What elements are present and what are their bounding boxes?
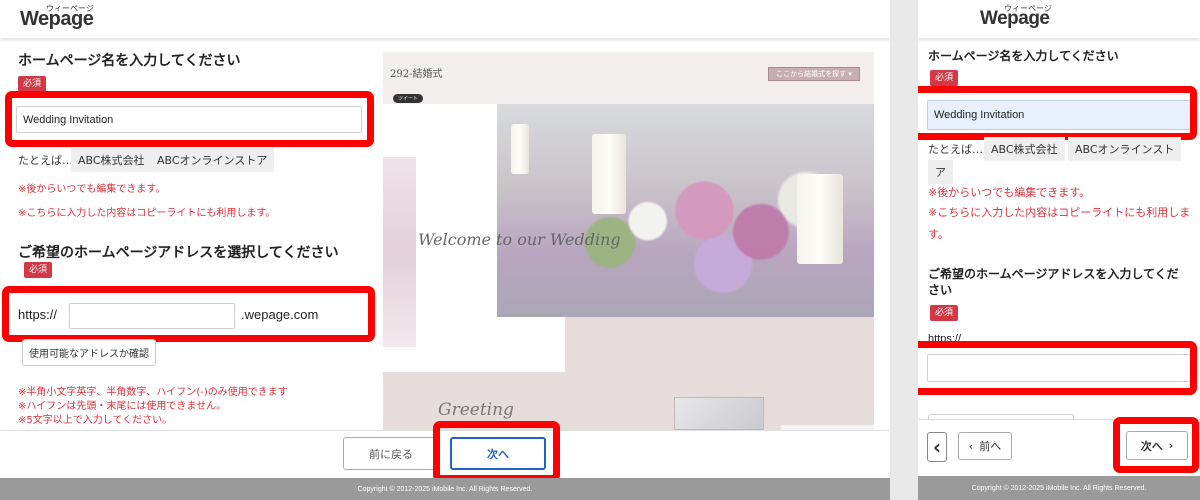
- example-label: たとえば…: [928, 143, 983, 156]
- name-note-2: ※こちらに入力した内容はコピーライトにも利用します。: [18, 208, 276, 219]
- candle-image: [511, 124, 529, 174]
- preview-tweet-button: ツイート: [393, 94, 424, 103]
- chevron-right-icon: ›: [1168, 439, 1174, 452]
- required-badge: 必須: [18, 76, 47, 92]
- preview-hero-image: [497, 104, 874, 317]
- next-button[interactable]: 次へ ›: [1126, 431, 1188, 460]
- logo-kana: ウィーページ: [46, 4, 94, 13]
- preview-thumbnail: [674, 397, 764, 430]
- example-chip-store-wrap[interactable]: ア: [928, 160, 953, 184]
- preview-template-title: 292-結婚式: [390, 69, 443, 80]
- desktop-header: ウィーページ Wepage: [0, 0, 890, 38]
- check-address-button[interactable]: 使用可能なアドレスか確認: [22, 339, 156, 366]
- back-chevron-button[interactable]: ‹: [927, 432, 947, 462]
- mobile-copyright: Copyright © 2012-2025 iMobile Inc. All R…: [918, 476, 1200, 500]
- address-heading-line2: さい: [928, 283, 953, 297]
- url-suffix: .wepage.com: [241, 307, 319, 322]
- example-chip-company[interactable]: ABC株式会社: [984, 137, 1065, 161]
- prev-label: 前へ: [979, 440, 1002, 453]
- wepage-logo: ウィーページ Wepage: [980, 4, 1052, 30]
- example-chip-company[interactable]: ABC株式会社: [71, 148, 152, 172]
- name-note-2: ※こちらに入力した内容はコピーライトにも利用しま: [928, 206, 1191, 219]
- wepage-logo: ウィーページ Wepage: [20, 4, 94, 31]
- name-note-1: ※後からいつでも編集できます。: [928, 186, 1091, 199]
- candle-image: [797, 174, 843, 264]
- required-badge: 必須: [930, 305, 959, 321]
- required-badge: 必須: [24, 262, 53, 278]
- next-label: 次へ: [1140, 439, 1163, 453]
- desktop-copyright: Copyright © 2012-2025 iMobile Inc. All R…: [0, 478, 890, 500]
- address-note-1: ※半角小文字英字、半角数字、ハイフン(-)のみ使用できます: [18, 387, 288, 398]
- name-heading: ホームページ名を入力してください: [928, 49, 1119, 63]
- url-prefix: https://: [928, 333, 962, 345]
- name-heading: ホームページ名を入力してください: [18, 53, 241, 69]
- name-note-3: す。: [928, 228, 949, 241]
- homepage-name-input[interactable]: Wedding Invitation: [16, 106, 362, 133]
- desktop-footer-bar: [0, 430, 890, 478]
- address-input[interactable]: [69, 303, 235, 329]
- mobile-header: ウィーページ Wepage: [918, 0, 1200, 38]
- prev-button[interactable]: ‹ 前へ: [958, 432, 1012, 460]
- logo-kana: ウィーページ: [1004, 4, 1052, 13]
- address-input[interactable]: [927, 354, 1191, 382]
- desktop-view: ウィーページ Wepage ホームページ名を入力してください 必須 Weddin…: [0, 0, 890, 500]
- candle-image: [592, 134, 626, 214]
- next-button[interactable]: 次へ: [450, 437, 546, 470]
- name-note-1: ※後からいつでも編集できます。: [18, 184, 166, 195]
- example-label: たとえば…: [18, 154, 73, 167]
- preview-side-image: [383, 157, 416, 347]
- preview-nav-button: ここから結婚式を探す ▾: [768, 67, 860, 81]
- example-chip-store[interactable]: ABCオンラインストア: [150, 148, 275, 172]
- preview-greeting-text: Greeting: [438, 400, 514, 420]
- required-badge: 必須: [930, 70, 959, 86]
- address-heading-line1: ご希望のホームページアドレスを入力してくだ: [928, 267, 1179, 281]
- address-note-3: ※5文字以上で入力してください。: [18, 415, 173, 426]
- homepage-name-input[interactable]: Wedding Invitation: [927, 100, 1191, 130]
- address-note-2: ※ハイフンは先頭・末尾には使用できません。: [18, 401, 227, 412]
- example-chip-store[interactable]: ABCオンラインスト: [1068, 137, 1182, 161]
- chevron-left-icon: ‹: [968, 439, 974, 453]
- mobile-view: ウィーページ Wepage ホームページ名を入力してください 必須 Weddin…: [918, 0, 1200, 500]
- address-heading: ご希望のホームページアドレスを選択してください: [18, 245, 339, 261]
- chevron-left-icon: ‹: [932, 435, 942, 459]
- back-button[interactable]: 前に戻る: [343, 437, 439, 470]
- url-prefix: https://: [18, 307, 58, 322]
- template-preview[interactable]: 292-結婚式 ここから結婚式を探す ▾ ツイート Welcome to our…: [383, 52, 874, 430]
- preview-welcome-text: Welcome to our Wedding: [418, 230, 621, 249]
